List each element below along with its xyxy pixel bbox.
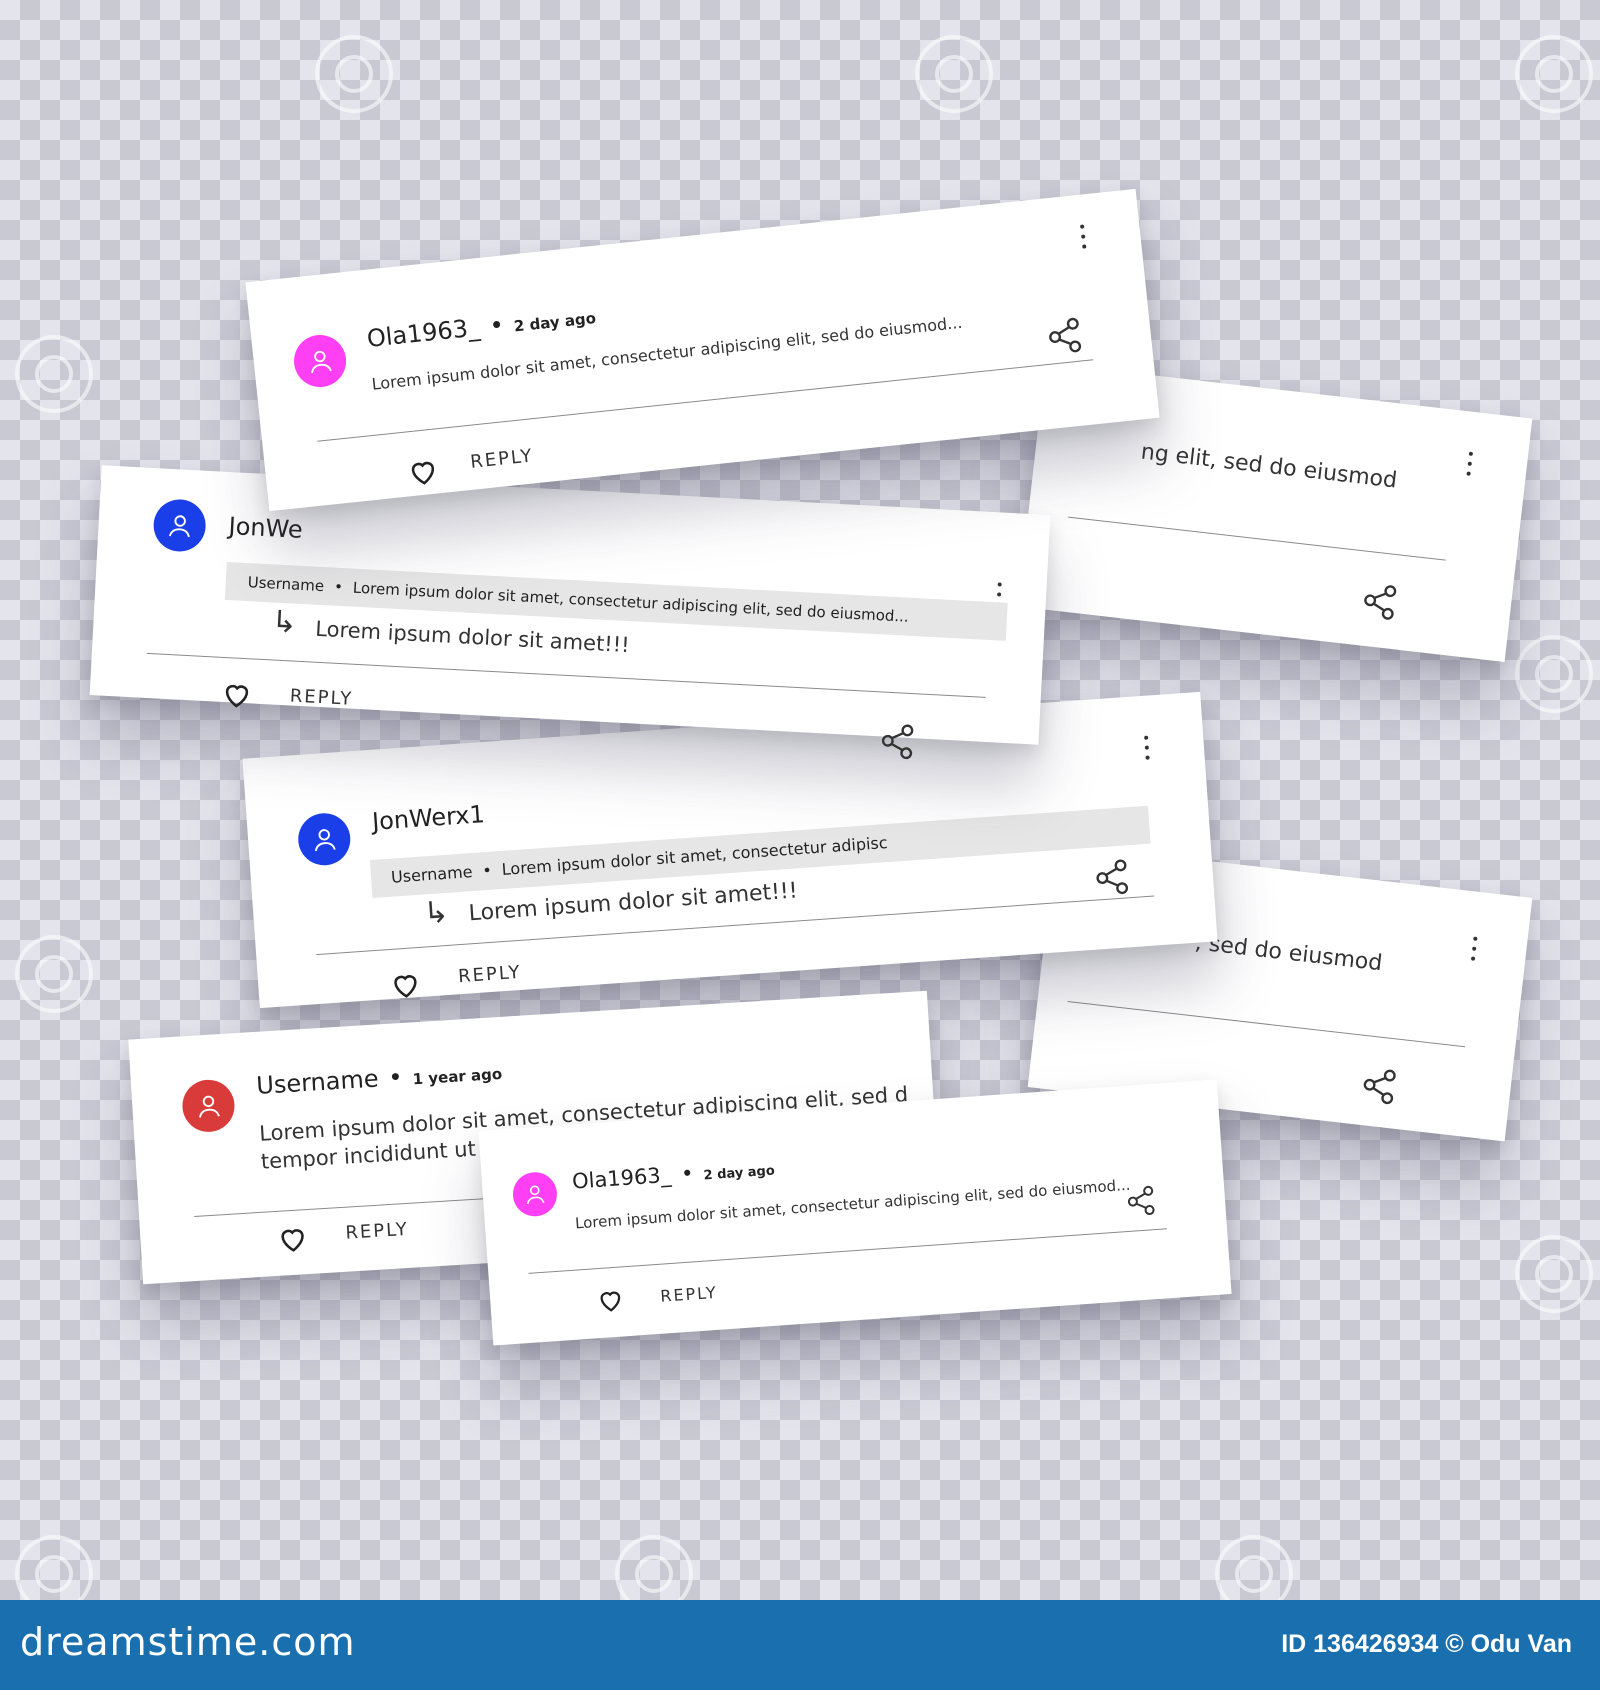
quote-text: Lorem ipsum dolor sit amet, consectetur …: [501, 833, 889, 879]
user-icon: [314, 828, 336, 851]
reply-text: Lorem ipsum dolor sit amet!!!: [314, 616, 631, 658]
watermark-icon: [1515, 1235, 1593, 1313]
divider: [1067, 1001, 1466, 1048]
reply-arrow-icon: ↳: [422, 894, 451, 932]
share-icon[interactable]: [1092, 857, 1133, 898]
timestamp: 2 day ago: [513, 309, 597, 336]
divider: [528, 1228, 1167, 1274]
share-icon[interactable]: [877, 721, 917, 761]
user-icon: [168, 514, 190, 537]
like-heart-icon[interactable]: [219, 677, 255, 713]
watermark-footer: dreamstime.com ID 136426934 © Odu Van: [0, 1600, 1600, 1690]
username[interactable]: JonWerx1: [371, 800, 485, 836]
avatar: [296, 811, 353, 868]
reply-button[interactable]: REPLY: [660, 1283, 719, 1306]
watermark-icon: [615, 1535, 693, 1600]
image-credit: ID 136426934 © Odu Van: [1281, 1630, 1572, 1658]
avatar: [511, 1170, 559, 1218]
more-options-icon[interactable]: [1143, 735, 1151, 765]
watermark-icon: [315, 35, 393, 113]
username: Ola1963_ • 2 day ago: [365, 309, 597, 353]
username-text[interactable]: Ola1963_: [366, 313, 482, 353]
more-options-icon[interactable]: [1465, 451, 1474, 481]
divider: [1068, 516, 1446, 561]
watermark-icon: [15, 935, 93, 1013]
avatar: [291, 332, 349, 390]
more-options-icon[interactable]: [1079, 224, 1088, 254]
quote-username: Username: [390, 862, 474, 887]
dreamstime-logo: dreamstime.com: [20, 1620, 356, 1664]
reply-button[interactable]: REPLY: [345, 1219, 410, 1244]
like-heart-icon[interactable]: [275, 1221, 311, 1257]
user-icon: [526, 1185, 545, 1205]
avatar: [180, 1078, 236, 1134]
user-icon: [198, 1095, 220, 1118]
watermark-icon: [915, 35, 993, 113]
comment-cards-stage: ng elit, sed do eiusmod , sed do eiusmod…: [0, 0, 1600, 1600]
username: Username • 1 year ago: [255, 1062, 503, 1100]
watermark-icon: [1515, 635, 1593, 713]
avatar: [152, 498, 207, 553]
more-options-icon[interactable]: [1469, 936, 1478, 966]
share-icon[interactable]: [1124, 1184, 1158, 1218]
timestamp: 1 year ago: [412, 1064, 503, 1089]
watermark-icon: [15, 1535, 93, 1600]
comment-card: JonWe Username • Lorem ipsum dolor sit ame…: [89, 465, 1051, 760]
watermark-icon: [1215, 1535, 1293, 1600]
comment-text: , sed do eiusmod: [1193, 930, 1384, 977]
like-heart-icon[interactable]: [595, 1284, 627, 1316]
user-icon: [310, 350, 332, 373]
share-icon[interactable]: [1044, 315, 1086, 357]
comment-text: ng elit, sed do eiusmod: [1139, 439, 1399, 494]
quote-username: Username: [247, 573, 325, 596]
username-text[interactable]: Username: [255, 1064, 379, 1099]
share-icon[interactable]: [1359, 580, 1401, 622]
reply-arrow-icon: ↳: [270, 604, 298, 641]
divider: [146, 652, 986, 698]
username-text[interactable]: Ola1963_: [571, 1163, 672, 1194]
reply-button[interactable]: REPLY: [289, 685, 353, 709]
watermark-icon: [15, 335, 93, 413]
like-heart-icon[interactable]: [405, 453, 442, 490]
watermark-icon: [1515, 35, 1593, 113]
comment-card: Ola1963_ • 2 day ago Lorem ipsum dolor sit…: [245, 188, 1160, 512]
timestamp: 2 day ago: [703, 1163, 776, 1184]
reply-button[interactable]: REPLY: [469, 445, 534, 473]
username: Ola1963_ • 2 day ago: [571, 1161, 776, 1194]
username[interactable]: JonWe: [228, 512, 303, 544]
share-icon[interactable]: [1358, 1065, 1400, 1107]
